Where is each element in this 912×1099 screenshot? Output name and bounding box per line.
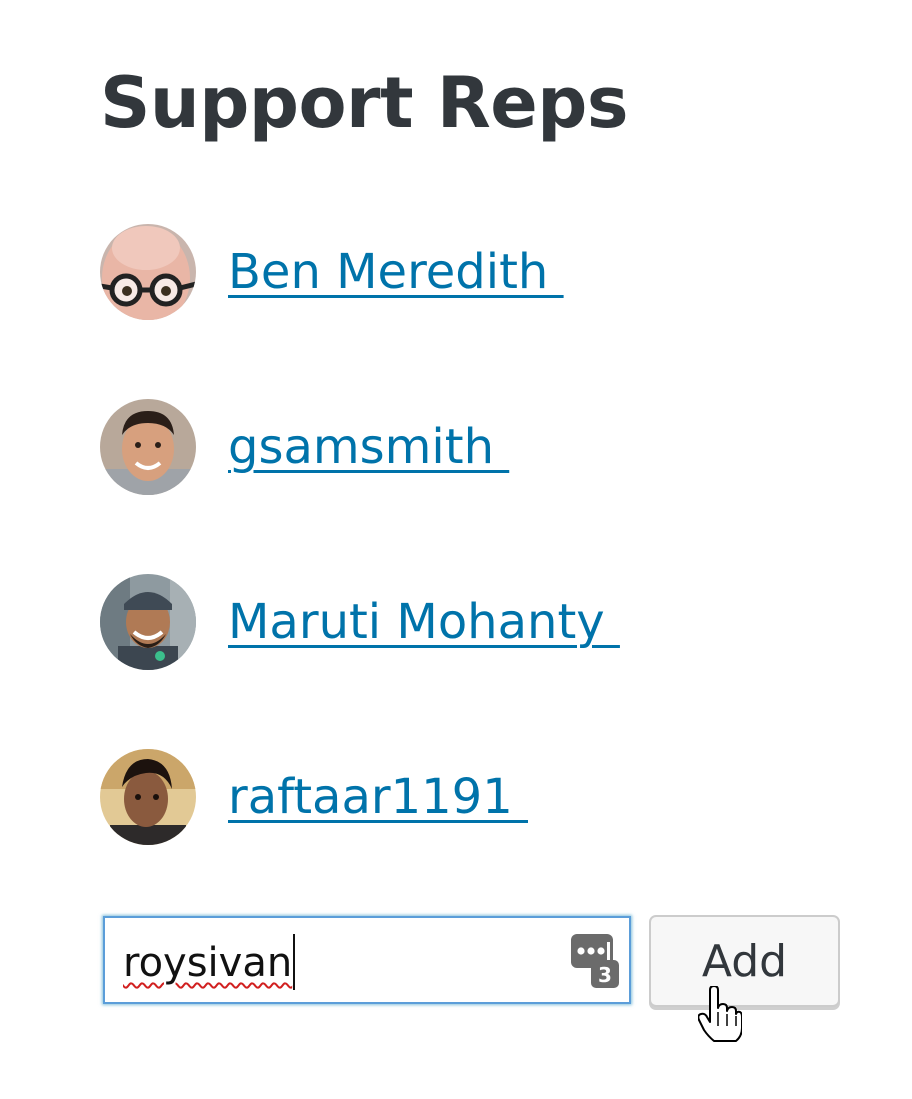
- avatar: [100, 224, 196, 320]
- rep-link[interactable]: Maruti Mohanty: [228, 592, 620, 652]
- avatar: [100, 399, 196, 495]
- username-input[interactable]: [105, 918, 555, 1002]
- rep-link[interactable]: raftaar1191: [228, 767, 528, 827]
- list-item: Maruti Mohanty: [100, 574, 620, 670]
- avatar: [100, 574, 196, 670]
- rep-link[interactable]: Ben Meredith: [228, 242, 564, 302]
- list-item: Ben Meredith: [100, 224, 620, 320]
- add-rep-form: roysivan 3 Add: [103, 915, 843, 1012]
- page-title: Support Reps: [100, 62, 629, 144]
- rep-link[interactable]: gsamsmith: [228, 417, 509, 477]
- lastpass-icon[interactable]: 3: [571, 934, 619, 988]
- username-input-wrapper: roysivan 3: [103, 916, 631, 1004]
- support-reps-panel: Support Reps Ben Meredith gsamsmith Maru…: [0, 0, 912, 1099]
- lastpass-count: 3: [598, 963, 612, 987]
- avatar: [100, 749, 196, 845]
- list-item: raftaar1191: [100, 749, 620, 845]
- rep-list: Ben Meredith gsamsmith Maruti Mohanty ra…: [100, 224, 620, 924]
- add-button[interactable]: Add: [649, 915, 840, 1007]
- list-item: gsamsmith: [100, 399, 620, 495]
